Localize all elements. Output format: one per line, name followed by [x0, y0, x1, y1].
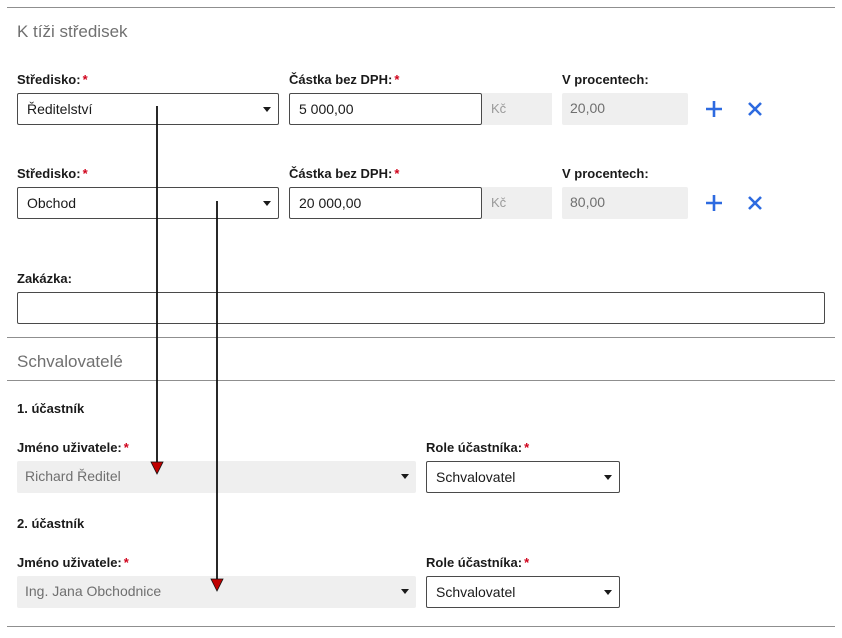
chevron-down-icon — [263, 107, 271, 112]
percent-field-2: 80,00 — [562, 187, 688, 219]
chevron-down-icon — [604, 590, 612, 595]
percent-label-2: V procentech: — [562, 166, 649, 181]
required-mark: * — [394, 72, 400, 87]
role-label-1: Role účastníka: * — [426, 440, 530, 455]
user-select-1[interactable]: Richard Ředitel — [17, 461, 416, 493]
center-label-1: Středisko: * — [17, 72, 88, 87]
required-mark: * — [123, 555, 129, 570]
required-mark: * — [524, 555, 530, 570]
required-mark: * — [82, 72, 88, 87]
required-mark: * — [524, 440, 530, 455]
arrow-center2-to-user2 — [210, 201, 224, 592]
role-select-1[interactable]: Schvalovatel — [426, 461, 620, 493]
close-icon[interactable] — [745, 99, 765, 119]
required-mark: * — [394, 166, 400, 181]
currency-suffix-2: Kč — [482, 187, 552, 219]
arrow-center1-to-user1 — [150, 106, 164, 475]
user-select-value: Ing. Jana Obchodnice — [25, 583, 162, 599]
order-input[interactable] — [17, 292, 825, 324]
center-select-2[interactable]: Obchod — [17, 187, 279, 219]
currency-suffix-1: Kč — [482, 93, 552, 125]
role-select-value: Schvalovatel — [436, 584, 516, 600]
participant-heading-2: 2. účastník — [17, 516, 85, 531]
approvers-divider-bottom — [7, 380, 835, 381]
close-icon[interactable] — [745, 193, 765, 213]
required-mark: * — [82, 166, 88, 181]
plus-icon[interactable] — [704, 193, 724, 213]
chevron-down-icon — [263, 201, 271, 206]
role-select-2[interactable]: Schvalovatel — [426, 576, 620, 608]
cost-centers-title: K tíži středisek — [17, 22, 128, 41]
center-select-value: Obchod — [27, 195, 77, 211]
role-select-value: Schvalovatel — [436, 469, 516, 485]
required-mark: * — [123, 440, 129, 455]
bottom-divider — [7, 626, 835, 627]
approvers-divider-top — [7, 337, 835, 338]
participant-heading-1: 1. účastník — [17, 401, 85, 416]
amount-input-2[interactable]: 20 000,00 — [289, 187, 482, 219]
user-select-value: Richard Ředitel — [25, 468, 121, 484]
top-divider — [7, 7, 835, 8]
amount-input-1[interactable]: 5 000,00 — [289, 93, 482, 125]
percent-label-1: V procentech: — [562, 72, 649, 87]
center-select-value: Ředitelství — [27, 101, 93, 117]
center-label-2: Středisko: * — [17, 166, 88, 181]
percent-field-1: 20,00 — [562, 93, 688, 125]
plus-icon[interactable] — [704, 99, 724, 119]
user-label-2: Jméno uživatele: * — [17, 555, 129, 570]
order-label: Zakázka: — [17, 271, 72, 286]
user-label-1: Jméno uživatele: * — [17, 440, 129, 455]
amount-label-1: Částka bez DPH: * — [289, 72, 400, 87]
role-label-2: Role účastníka: * — [426, 555, 530, 570]
amount-label-2: Částka bez DPH: * — [289, 166, 400, 181]
chevron-down-icon — [401, 474, 409, 479]
chevron-down-icon — [401, 589, 409, 594]
approvers-title: Schvalovatelé — [17, 352, 123, 371]
user-select-2[interactable]: Ing. Jana Obchodnice — [17, 576, 416, 608]
center-select-1[interactable]: Ředitelství — [17, 93, 279, 125]
chevron-down-icon — [604, 475, 612, 480]
